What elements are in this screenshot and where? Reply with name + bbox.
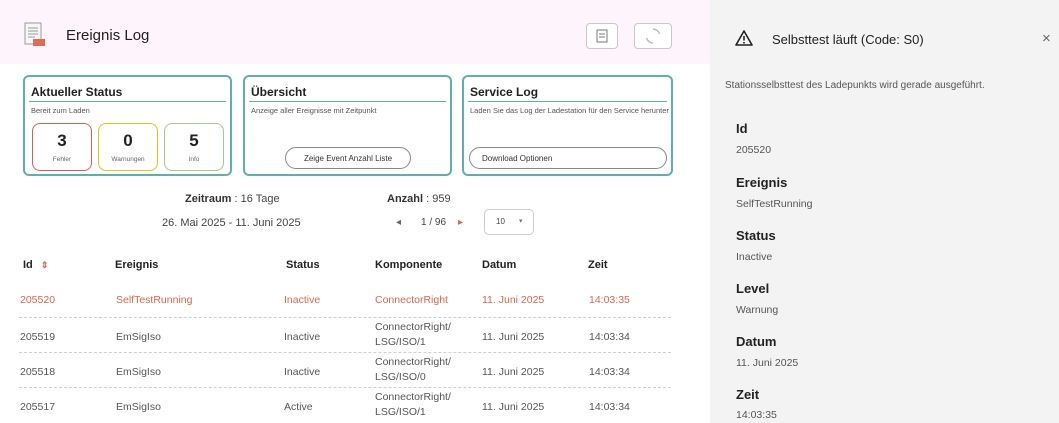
prev-page-button[interactable]: ◂ bbox=[396, 217, 401, 228]
info-count-tile[interactable]: 5 Info bbox=[164, 123, 224, 171]
cell-ereignis: EmSigIso bbox=[116, 401, 161, 413]
column-header-komponente[interactable]: Komponente bbox=[375, 259, 442, 271]
cell-id: 205519 bbox=[20, 331, 56, 343]
detail-field-value: 205520 bbox=[736, 144, 772, 156]
show-event-count-button[interactable]: Zeige Event Anzahl Liste bbox=[285, 147, 411, 169]
detail-field-label: Datum bbox=[736, 334, 777, 349]
table-row[interactable]: 205519 EmSigIso Inactive ConnectorRight/… bbox=[19, 318, 671, 353]
close-icon[interactable]: × bbox=[1042, 30, 1051, 47]
log-file-icon bbox=[24, 22, 45, 46]
error-label: Fehler bbox=[52, 156, 72, 163]
export-button[interactable] bbox=[586, 23, 618, 49]
error-count: 3 bbox=[57, 131, 67, 150]
divider bbox=[29, 101, 226, 102]
detail-field-label: Level bbox=[736, 281, 770, 296]
divider bbox=[468, 101, 667, 102]
table-row[interactable]: 205517 EmSigIso Active ConnectorRight/ L… bbox=[19, 388, 671, 423]
count-value: : 959 bbox=[426, 193, 451, 205]
cell-zeit: 14:03:35 bbox=[589, 294, 630, 306]
card-subtitle: Anzeige aller Ereignisse mit Zeitpunkt bbox=[251, 106, 377, 115]
detail-field-label: Ereignis bbox=[736, 175, 788, 190]
cell-komponente: ConnectorRight/ bbox=[375, 321, 451, 333]
detail-title: Selbsttest läuft (Code: S0) bbox=[772, 32, 924, 47]
cell-ereignis: EmSigIso bbox=[116, 331, 161, 343]
count-label: Anzahl bbox=[387, 193, 424, 205]
refresh-button[interactable] bbox=[634, 23, 672, 49]
period-info: Zeitraum : 16 Tage bbox=[185, 193, 280, 205]
cell-zeit: 14:03:34 bbox=[589, 366, 630, 378]
detail-field-value: 14:03:35 bbox=[736, 409, 777, 421]
service-log-card: Service Log Laden Sie das Log der Ladest… bbox=[462, 75, 673, 176]
card-subtitle: Bereit zum Laden bbox=[31, 106, 90, 115]
info-label: Info bbox=[188, 156, 200, 163]
card-subtitle: Laden Sie das Log der Ladestation für de… bbox=[470, 106, 669, 115]
table-row[interactable]: 205520 SelfTestRunning Inactive Connecto… bbox=[19, 283, 671, 318]
detail-field-value: Inactive bbox=[736, 251, 773, 263]
info-count: 5 bbox=[189, 131, 199, 150]
card-title: Aktueller Status bbox=[31, 85, 123, 99]
cell-status: Inactive bbox=[284, 294, 321, 306]
error-count-tile[interactable]: 3 Fehler bbox=[32, 123, 92, 171]
page-size-select[interactable]: 10 ▾ bbox=[484, 209, 534, 235]
warning-count-tile[interactable]: 0 Warnungen bbox=[98, 123, 158, 171]
card-title: Service Log bbox=[470, 85, 539, 99]
cell-status: Inactive bbox=[284, 331, 321, 343]
sort-icon[interactable]: ⇕ bbox=[41, 260, 49, 270]
detail-field-value: 11. Juni 2025 bbox=[736, 357, 799, 369]
cell-komponente-sub: LSG/ISO/1 bbox=[375, 406, 426, 418]
cell-komponente: ConnectorRight bbox=[375, 294, 448, 306]
cell-datum: 11. Juni 2025 bbox=[482, 331, 545, 343]
overview-card: Übersicht Anzeige aller Ereignisse mit Z… bbox=[243, 75, 452, 176]
cell-zeit: 14:03:34 bbox=[589, 331, 630, 343]
next-page-button[interactable]: ▸ bbox=[458, 217, 463, 228]
cell-datum: 11. Juni 2025 bbox=[482, 401, 545, 413]
event-log-panel: Ereignis Log Aktueller Status Bereit zum… bbox=[0, 0, 710, 423]
count-info: Anzahl : 959 bbox=[387, 193, 451, 205]
detail-field-value: Warnung bbox=[736, 304, 779, 316]
table-row[interactable]: 205518 EmSigIso Inactive ConnectorRight/… bbox=[19, 353, 671, 388]
detail-field-label: Zeit bbox=[736, 387, 760, 402]
cell-status: Inactive bbox=[284, 366, 321, 378]
detail-description: Stationsselbsttest des Ladepunkts wird g… bbox=[725, 80, 985, 91]
warning-label: Warnungen bbox=[111, 156, 145, 163]
cell-datum: 11. Juni 2025 bbox=[482, 366, 545, 378]
cell-ereignis: EmSigIso bbox=[116, 366, 161, 378]
document-icon bbox=[596, 29, 608, 43]
cell-id: 205520 bbox=[20, 294, 56, 306]
divider bbox=[249, 101, 446, 102]
detail-field-value: SelfTestRunning bbox=[736, 198, 813, 210]
warning-count: 0 bbox=[123, 131, 133, 150]
page-header: Ereignis Log bbox=[0, 0, 710, 64]
cell-komponente: ConnectorRight/ bbox=[375, 356, 451, 368]
cell-ereignis: SelfTestRunning bbox=[116, 294, 193, 306]
cell-status: Active bbox=[284, 401, 313, 413]
page-title: Ereignis Log bbox=[66, 27, 150, 44]
cell-komponente-sub: LSG/ISO/1 bbox=[375, 336, 426, 348]
cell-id: 205518 bbox=[20, 366, 56, 378]
warning-icon bbox=[735, 30, 753, 46]
column-header-datum[interactable]: Datum bbox=[482, 259, 516, 271]
current-status-card: Aktueller Status Bereit zum Laden 3 Fehl… bbox=[23, 75, 232, 176]
date-range: 26. Mai 2025 - 11. Juni 2025 bbox=[162, 217, 301, 229]
detail-field-label: Status bbox=[736, 228, 776, 243]
detail-field-label: Id bbox=[736, 121, 748, 136]
cell-id: 205517 bbox=[20, 401, 56, 413]
refresh-icon bbox=[645, 28, 661, 44]
download-options-button[interactable]: Download Optionen bbox=[469, 147, 667, 169]
column-header-status[interactable]: Status bbox=[286, 259, 320, 271]
page-indicator: 1 / 96 bbox=[421, 217, 447, 228]
column-header-ereignis[interactable]: Ereignis bbox=[115, 259, 158, 271]
cell-komponente: ConnectorRight/ bbox=[375, 391, 451, 403]
column-header-label: Id bbox=[23, 259, 33, 271]
chevron-down-icon: ▾ bbox=[519, 218, 523, 225]
period-label: Zeitraum bbox=[185, 193, 232, 205]
cell-komponente-sub: LSG/ISO/0 bbox=[375, 371, 426, 383]
card-title: Übersicht bbox=[251, 85, 307, 99]
cell-zeit: 14:03:34 bbox=[589, 401, 630, 413]
page-size-value: 10 bbox=[496, 217, 505, 226]
period-value: : 16 Tage bbox=[234, 193, 280, 205]
cell-datum: 11. Juni 2025 bbox=[482, 294, 545, 306]
column-header-zeit[interactable]: Zeit bbox=[588, 259, 608, 271]
column-header-id[interactable]: Id ⇕ bbox=[23, 259, 48, 271]
